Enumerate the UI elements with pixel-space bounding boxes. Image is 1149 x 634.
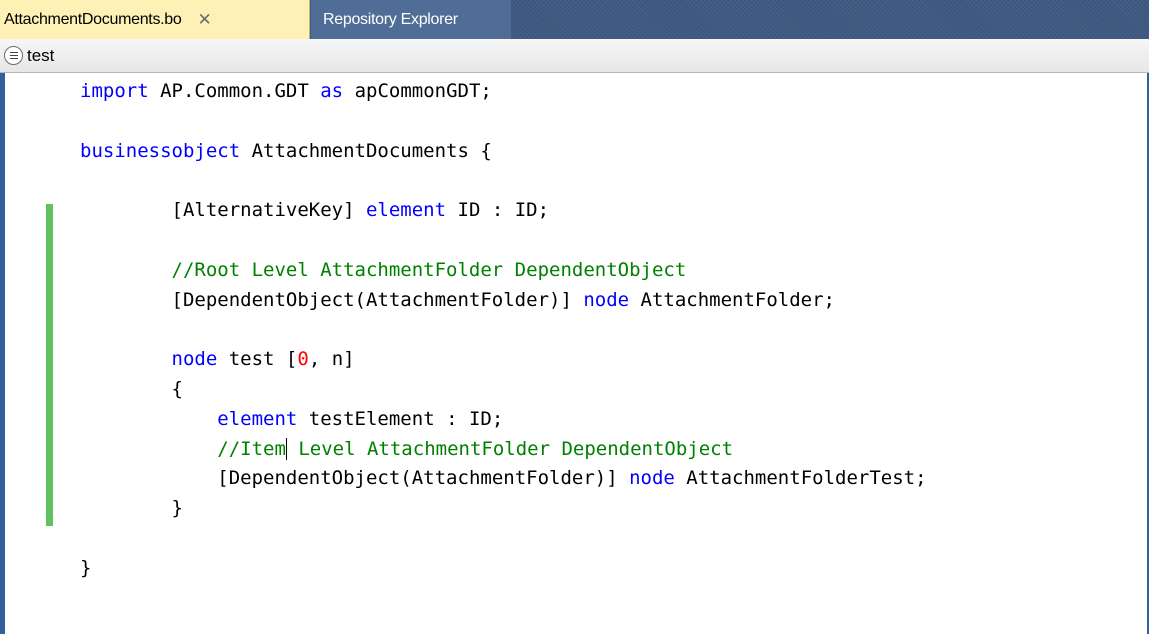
code-text: ID : ID; (446, 199, 550, 222)
code-keyword: node (629, 467, 675, 490)
code-text-area[interactable]: import AP.Common.GDT as apCommonGDT; busi… (80, 77, 927, 584)
close-icon[interactable]: ✕ (198, 11, 212, 28)
code-line[interactable] (80, 107, 927, 137)
code-line[interactable]: [DependentObject(AttachmentFolder)] node… (80, 286, 927, 316)
code-line[interactable]: //Root Level AttachmentFolder DependentO… (80, 256, 927, 286)
code-line[interactable] (80, 166, 927, 196)
document-tab-strip: AttachmentDocuments.bo ✕ Repository Expl… (0, 0, 1149, 39)
code-line[interactable]: [AlternativeKey] element ID : ID; (80, 196, 927, 226)
code-line[interactable]: element testElement : ID; (80, 405, 927, 435)
code-text: AP.Common.GDT (148, 80, 321, 102)
changed-lines-marker (46, 204, 53, 526)
code-comment: //Item (217, 437, 286, 460)
code-text: apCommonGDT; (343, 80, 492, 102)
code-keyword: as (320, 80, 344, 102)
tab-attachment-documents[interactable]: AttachmentDocuments.bo ✕ (0, 0, 310, 39)
code-keyword: node (171, 348, 218, 371)
code-text: AttachmentFolder; (629, 288, 835, 311)
code-line[interactable]: businessobject AttachmentDocuments { (80, 137, 927, 167)
code-text: } (171, 497, 183, 520)
code-keyword: element (365, 199, 447, 222)
code-line[interactable]: //Item Level AttachmentFolder DependentO… (80, 435, 927, 465)
code-text: [AlternativeKey] (171, 199, 366, 222)
code-line[interactable] (80, 226, 927, 256)
code-keyword: import (80, 80, 149, 102)
code-comment: //Root Level AttachmentFolder DependentO… (171, 258, 687, 281)
code-text: [DependentObject(AttachmentFolder)] (217, 467, 630, 490)
tab-label: AttachmentDocuments.bo (4, 10, 182, 28)
code-text: , n] (308, 348, 355, 371)
code-editor[interactable]: import AP.Common.GDT as apCommonGDT; busi… (0, 73, 1149, 634)
code-text: testElement : ID; (297, 407, 504, 430)
code-keyword: node (583, 288, 630, 311)
tab-label: Repository Explorer (323, 10, 458, 28)
code-number: 0 (297, 348, 309, 371)
code-keyword: businessobject (80, 139, 241, 162)
code-text: { (171, 377, 183, 400)
member-navigation-bar[interactable]: test (0, 39, 1149, 73)
code-line[interactable]: [DependentObject(AttachmentFolder)] node… (80, 464, 927, 494)
code-line[interactable] (80, 315, 927, 345)
code-line[interactable] (80, 524, 927, 554)
code-line[interactable]: } (80, 554, 927, 584)
editor-left-border (0, 73, 5, 634)
code-line[interactable]: import AP.Common.GDT as apCommonGDT; (80, 77, 927, 107)
code-comment: Level AttachmentFolder DependentObject (286, 437, 734, 460)
code-text: [DependentObject(AttachmentFolder)] (171, 288, 584, 311)
code-text: } (80, 556, 92, 579)
list-circle-icon (4, 46, 23, 65)
code-text: AttachmentDocuments { (240, 139, 492, 162)
code-text: AttachmentFolderTest; (674, 467, 927, 490)
code-line[interactable]: node test [0, n] (80, 345, 927, 375)
navigation-member-label: test (27, 45, 55, 65)
code-editor-window: AttachmentDocuments.bo ✕ Repository Expl… (0, 0, 1149, 634)
code-line[interactable]: { (80, 375, 927, 405)
tab-repository-explorer[interactable]: Repository Explorer (311, 0, 511, 39)
code-text: test [ (217, 348, 298, 371)
code-line[interactable]: } (80, 494, 927, 524)
code-keyword: element (217, 407, 298, 430)
